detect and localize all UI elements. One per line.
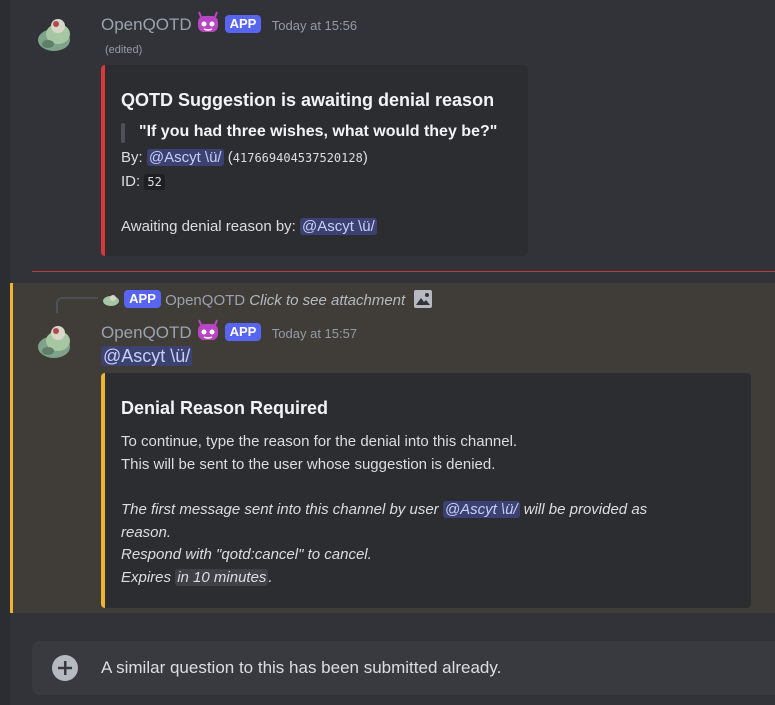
embed-id-line: ID: 52 [121,170,165,194]
user-id-close-paren: ) [362,149,368,166]
embed-line-1: To continue, type the reason for the den… [121,433,518,450]
embed-line-2: This will be sent to the user whose sugg… [121,456,496,473]
embed-title-2: Denial Reason Required [121,398,329,418]
username-2[interactable]: OpenQOTD [101,323,192,342]
username[interactable]: OpenQOTD [101,15,192,34]
expires-value: in 10 minutes [175,569,269,586]
embed-color-bar-2 [101,373,105,608]
embed-title: QOTD Suggestion is awaiting denial reaso… [121,90,495,110]
italic-suffix: will be provided as [523,501,648,518]
reply-text[interactable]: Click to see attachment [249,292,405,309]
italic-prefix: The first message sent into this channel… [121,501,439,518]
image-attachment-icon [414,290,433,308]
expires-suffix: . [268,569,273,586]
awaiting-mention[interactable]: @Ascyt \ü/ [300,218,377,235]
new-messages-divider [32,271,775,272]
app-tag-2: APP [224,323,262,341]
mention-highlight-bar [10,283,13,613]
expires-prefix: Expires [121,569,172,586]
reply-username[interactable]: OpenQOTD [165,292,245,309]
reply-preview[interactable]: APP OpenQOTD Click to see attachment [102,289,433,309]
add-attachment-button[interactable] [52,655,78,681]
message-composer[interactable]: A similar question to this has been subm… [32,641,775,695]
embed-by-line: By: @Ascyt \ü/ (417669404537520128) [121,146,368,170]
quote-bar [121,123,125,143]
bot-avatar[interactable] [34,12,78,56]
embed-awaiting-denial: QOTD Suggestion is awaiting denial reaso… [101,65,528,256]
embed-italic-line-1: The first message sent into this channel… [121,498,647,521]
composer-input[interactable]: A similar question to this has been subm… [101,658,501,678]
bot-robot-icon [198,11,219,32]
timestamp-2[interactable]: Today at 15:57 [272,326,357,341]
italic-mention[interactable]: @Ascyt \ü/ [442,501,520,518]
mention-text[interactable]: @Ascyt \ü/ [101,346,193,366]
edited-label: (edited) [105,44,143,56]
embed-expires-line: Expires in 10 minutes. [121,566,273,589]
user-mention[interactable]: @Ascyt \ü/ [146,149,224,166]
embed-denial-reason: Denial Reason Required To continue, type… [101,373,751,608]
bot-avatar-2[interactable] [34,319,78,363]
timestamp[interactable]: Today at 15:56 [272,18,357,33]
id-label: ID: [121,173,141,190]
reply-connector [56,297,98,313]
reply-avatar-icon [103,295,119,306]
user-id-code: 417669404537520128 [232,151,363,165]
embed-awaiting-line: Awaiting denial reason by: @Ascyt \ü/ [121,215,377,238]
embed-italic-line-3: Respond with "qotd:cancel" to cancel. [121,546,372,563]
embed-color-bar [101,65,105,256]
id-value: 52 [144,174,165,190]
message-mention[interactable]: @Ascyt \ü/ [101,346,193,367]
left-strip [0,0,10,705]
bot-robot-icon-2 [198,319,219,340]
app-tag: APP [224,15,262,33]
awaiting-label: Awaiting denial reason by: [121,218,296,235]
plus-icon [58,661,72,675]
by-label: By: [121,149,143,166]
embed-quote: "If you had three wishes, what would the… [139,123,498,140]
embed-italic-line-2: reason. [121,524,172,541]
reply-app-tag: APP [124,290,161,308]
